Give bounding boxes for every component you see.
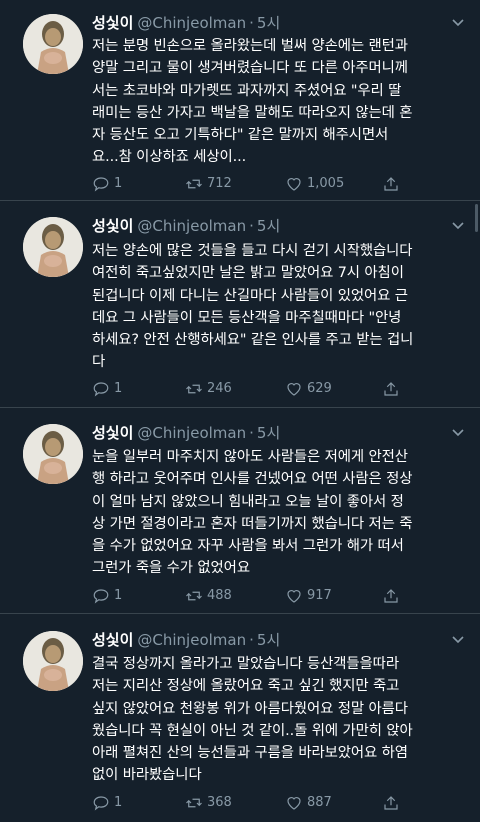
author-handle[interactable]: @Chinjeolman [137, 631, 246, 649]
share-button[interactable] [382, 174, 404, 194]
reply-icon [93, 382, 109, 397]
reply-icon [93, 177, 109, 192]
tweet-actions: 1 246 629 [92, 379, 464, 399]
author-handle[interactable]: @Chinjeolman [137, 14, 246, 32]
like-count: 1,005 [307, 176, 345, 191]
separator-dot: · [249, 217, 254, 235]
retweet-count: 368 [207, 795, 232, 810]
reply-count: 1 [114, 795, 123, 810]
like-button[interactable]: 629 [285, 379, 332, 399]
retweet-button[interactable]: 488 [185, 586, 232, 606]
like-count: 887 [307, 795, 332, 810]
tweet-actions: 1 712 1,005 [92, 174, 464, 194]
tweet-text: 결국 정상까지 올라가고 말았습니다 등산객들을따라 저는 지리산 정상에 올랐… [92, 656, 413, 784]
avatar[interactable] [23, 424, 83, 484]
retweet-count: 246 [207, 381, 232, 396]
retweet-icon [186, 591, 202, 601]
separator-dot: · [249, 424, 254, 442]
reply-icon [93, 796, 109, 811]
author-name[interactable]: 성싳이 [92, 424, 133, 442]
like-button[interactable]: 1,005 [285, 174, 344, 194]
reply-button[interactable]: 1 [92, 379, 122, 399]
chevron-down-icon[interactable] [450, 217, 466, 233]
like-button[interactable]: 917 [285, 586, 332, 606]
heart-icon [287, 178, 301, 191]
retweet-button[interactable]: 712 [185, 174, 232, 194]
share-button[interactable] [382, 586, 404, 606]
tweet[interactable]: 성싳이 @Chinjeolman · 5시 눈을 일부러 마주치지 않아도 사람들은 … [0, 408, 480, 614]
retweet-button[interactable]: 368 [185, 793, 232, 813]
separator-dot: · [249, 631, 254, 649]
author-name[interactable]: 성싳이 [92, 631, 133, 649]
avatar[interactable] [23, 217, 83, 277]
tweet-time[interactable]: 5시 [257, 14, 280, 32]
share-button[interactable] [382, 793, 404, 813]
tweet-time[interactable]: 5시 [257, 424, 280, 442]
share-icon [384, 589, 398, 603]
reply-count: 1 [114, 588, 123, 603]
tweet-time[interactable]: 5시 [257, 631, 280, 649]
like-button[interactable]: 887 [285, 793, 332, 813]
retweet-icon [186, 384, 202, 394]
share-button[interactable] [382, 379, 404, 399]
like-count: 917 [307, 588, 332, 603]
share-icon [384, 796, 398, 810]
separator-dot: · [249, 14, 254, 32]
reply-button[interactable]: 1 [92, 174, 122, 194]
retweet-icon [186, 179, 202, 189]
like-count: 629 [307, 381, 332, 396]
heart-icon [287, 590, 301, 603]
tweet-actions: 1 488 917 [92, 586, 464, 606]
share-icon [384, 177, 398, 191]
chevron-down-icon[interactable] [450, 631, 466, 647]
reply-button[interactable]: 1 [92, 793, 122, 813]
reply-icon [93, 589, 109, 604]
avatar[interactable] [23, 14, 83, 74]
author-name[interactable]: 성싳이 [92, 14, 133, 32]
reply-count: 1 [114, 176, 123, 191]
tweet-actions: 1 368 887 [92, 793, 464, 813]
tweet-time[interactable]: 5시 [257, 217, 280, 235]
reply-count: 1 [114, 381, 123, 396]
tweet[interactable]: 성싳이 @Chinjeolman · 5시 결국 정상까지 올라가고 말았습니다 등산… [0, 614, 480, 822]
tweet-text: 눈을 일부러 마주치지 않아도 사람들은 저에게 안전산 행 하라고 웃어주며 … [92, 449, 413, 577]
avatar[interactable] [23, 631, 83, 691]
scrollbar[interactable] [475, 204, 478, 232]
author-name[interactable]: 성싳이 [92, 217, 133, 235]
tweet[interactable]: 성싳이 @Chinjeolman · 5시 저는 분명 빈손으로 올라왔는데 벌써 양… [0, 0, 480, 201]
author-handle[interactable]: @Chinjeolman [137, 424, 246, 442]
tweet-text: 저는 양손에 많은 것들을 들고 다시 걷기 시작했습니다 여전히 죽고싶었지만… [92, 243, 414, 371]
retweet-count: 488 [207, 588, 232, 603]
share-icon [384, 382, 398, 396]
heart-icon [287, 383, 301, 396]
reply-button[interactable]: 1 [92, 586, 122, 606]
tweet-text: 저는 분명 빈손으로 올라왔는데 벌써 양손에는 랜턴과 양말 그리고 물이 생… [92, 38, 413, 166]
chevron-down-icon[interactable] [450, 424, 466, 440]
retweet-icon [186, 798, 202, 808]
retweet-button[interactable]: 246 [185, 379, 232, 399]
tweet[interactable]: 성싳이 @Chinjeolman · 5시 저는 양손에 많은 것들을 들고 다시 걷… [0, 201, 480, 408]
chevron-down-icon[interactable] [450, 14, 466, 30]
retweet-count: 712 [207, 176, 232, 191]
author-handle[interactable]: @Chinjeolman [137, 217, 246, 235]
heart-icon [287, 797, 301, 810]
